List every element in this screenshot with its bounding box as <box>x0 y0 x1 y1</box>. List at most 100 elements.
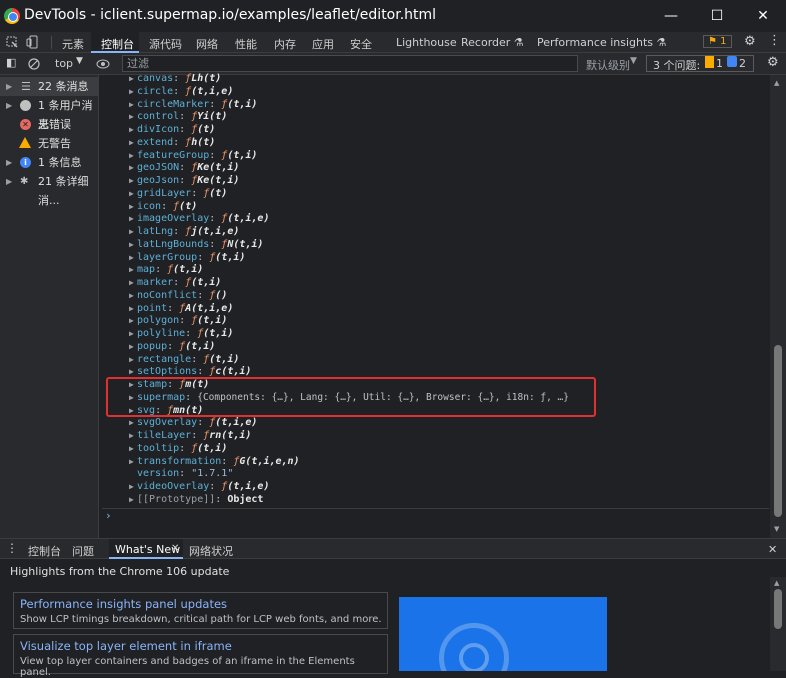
expand-arrow-icon[interactable]: ▶ <box>129 263 134 276</box>
expand-arrow-icon[interactable]: ▶ <box>129 110 134 123</box>
drawer-tab-bar: ⋮ 控制台 问题 What's New ✕ 网络状况 ✕ <box>0 538 786 559</box>
scrollbar-thumb[interactable] <box>774 589 782 629</box>
expand-arrow-icon[interactable]: ▶ <box>129 238 134 251</box>
drawer-tab-console[interactable]: 控制台 <box>28 543 61 559</box>
filter-input[interactable]: 过滤 <box>122 55 578 72</box>
expand-arrow-icon[interactable]: ▶ <box>129 480 134 493</box>
device-toolbar-icon[interactable] <box>26 35 40 49</box>
minimize-button[interactable]: — <box>648 0 694 32</box>
context-selector[interactable]: top <box>55 57 73 70</box>
settings-gear-icon[interactable]: ⚙ <box>744 34 756 49</box>
sidebar-item-label: 22 条消息 <box>38 80 89 93</box>
expand-arrow-icon[interactable]: ▶ <box>129 289 134 302</box>
expand-arrow-icon[interactable]: ▶ <box>129 353 134 366</box>
expand-arrow-icon[interactable]: ▶ <box>129 251 134 264</box>
expand-arrow-icon[interactable]: ▶ <box>129 85 134 98</box>
card-title[interactable]: Performance insights panel updates <box>20 597 227 611</box>
drawer-tab-issues[interactable]: 问题 <box>72 543 94 559</box>
expand-arrow-icon[interactable]: ▶ <box>129 493 134 506</box>
expand-arrow-icon[interactable]: ▶ <box>129 187 134 200</box>
property-key: divIcon <box>137 124 180 135</box>
sidebar-item-all-messages[interactable]: ▶ ☰ 22 条消息 <box>0 77 99 96</box>
issues-badge[interactable]: ⚑ 1 <box>703 35 732 48</box>
function-signature: (t) <box>197 124 216 135</box>
issues-info-count: 2 <box>739 57 746 70</box>
close-tab-icon[interactable]: ✕ <box>171 543 179 554</box>
function-signature: (t) <box>179 200 198 212</box>
expand-arrow-icon[interactable]: ▶ <box>129 455 134 468</box>
clear-console-icon[interactable] <box>28 58 40 70</box>
property-key: imageOverlay <box>137 213 210 225</box>
expand-arrow-icon[interactable]: ▶ <box>129 442 134 455</box>
card-title[interactable]: Visualize top layer element in iframe <box>20 639 232 653</box>
list-icon: ☰ <box>21 80 31 93</box>
whats-new-panel: Highlights from the Chrome 106 update Pe… <box>0 559 786 678</box>
expand-arrow-icon[interactable]: ▶ <box>129 416 134 429</box>
sidebar-toggle-icon[interactable]: ◧ <box>6 56 16 69</box>
scroll-up-icon[interactable]: ▲ <box>774 79 779 87</box>
tab-sources[interactable]: 源代码 <box>149 36 182 52</box>
feature-card-performance-insights[interactable]: Performance insights panel updates Show … <box>13 592 388 629</box>
expand-arrow-icon[interactable]: ▶ <box>129 212 134 225</box>
chrome-logo-icon <box>4 8 20 24</box>
console-scrollbar[interactable]: ▲ ▼ <box>770 75 786 538</box>
tab-elements[interactable]: 元素 <box>62 36 84 52</box>
console-prompt[interactable]: › <box>102 508 769 522</box>
expand-arrow-icon[interactable]: ▶ <box>129 340 134 353</box>
log-levels-dropdown[interactable]: 默认级别 <box>586 57 630 73</box>
tab-recorder[interactable]: Recorder ⚗ <box>461 36 524 49</box>
tab-memory[interactable]: 内存 <box>274 36 296 52</box>
expand-arrow-icon[interactable]: ▶ <box>129 72 134 85</box>
window-title: DevTools - iclient.supermap.io/examples/… <box>24 7 437 23</box>
sidebar-item-errors[interactable]: ✕ 无错误 <box>0 115 99 134</box>
maximize-button[interactable]: ☐ <box>694 0 740 32</box>
sidebar-item-user-messages[interactable]: ▶ 1 条用户消息 <box>0 96 99 131</box>
inspect-element-icon[interactable] <box>6 36 18 48</box>
expand-arrow-icon[interactable]: ▶ <box>129 200 134 213</box>
tab-performance-insights[interactable]: Performance insights ⚗ <box>537 36 666 49</box>
property-key: extend <box>137 136 174 148</box>
function-signature: Lh(t) <box>191 73 222 84</box>
tab-application[interactable]: 应用 <box>312 36 334 52</box>
tab-network[interactable]: 网络 <box>196 36 218 52</box>
tab-console[interactable]: 控制台 <box>101 36 134 52</box>
drawer-tab-network-conditions[interactable]: 网络状况 <box>189 543 233 559</box>
expand-arrow-icon[interactable]: ▶ <box>129 302 134 315</box>
property-key: svgOverlay <box>137 417 198 429</box>
property-key: rectangle <box>137 353 192 365</box>
function-signature: () <box>215 289 228 301</box>
drawer-menu-icon[interactable]: ⋮ <box>6 541 18 555</box>
console-settings-icon[interactable]: ⚙ <box>767 55 779 70</box>
expand-arrow-icon[interactable]: ▶ <box>129 136 134 149</box>
expand-arrow-icon[interactable]: ▶ <box>129 174 134 187</box>
expand-arrow-icon[interactable]: ▶ <box>129 161 134 174</box>
property-key: latLng <box>137 226 174 237</box>
expand-arrow-icon[interactable]: ▶ <box>129 276 134 289</box>
function-signature: N(t,i) <box>227 238 264 250</box>
drawer-scrollbar[interactable]: ▲ <box>770 577 786 671</box>
more-menu-icon[interactable]: ⋮ <box>768 33 781 48</box>
sidebar-item-info[interactable]: ▶ i 1 条信息 <box>0 153 99 172</box>
function-signature: c(t,i) <box>215 366 252 378</box>
expand-arrow-icon[interactable]: ▶ <box>129 123 134 136</box>
expand-arrow-icon[interactable]: ▶ <box>129 98 134 111</box>
tab-lighthouse[interactable]: Lighthouse <box>396 36 457 49</box>
expand-arrow-icon[interactable]: ▶ <box>129 225 134 238</box>
expand-arrow-icon[interactable]: ▶ <box>129 327 134 340</box>
sidebar-item-warnings[interactable]: 无警告 <box>0 134 99 153</box>
eye-icon[interactable] <box>96 59 110 69</box>
property-key: tooltip <box>137 442 180 454</box>
close-window-button[interactable]: ✕ <box>740 0 786 32</box>
expand-arrow-icon[interactable]: ▶ <box>129 429 134 442</box>
scrollbar-thumb[interactable] <box>774 345 782 517</box>
scroll-up-icon[interactable]: ▲ <box>774 579 779 587</box>
expand-arrow-icon: ▶ <box>6 101 13 110</box>
scroll-down-icon[interactable]: ▼ <box>774 525 779 533</box>
tab-performance[interactable]: 性能 <box>235 36 257 52</box>
close-drawer-icon[interactable]: ✕ <box>768 543 777 556</box>
sidebar-item-verbose[interactable]: ▶ ✱ 21 条详细消... <box>0 172 99 207</box>
expand-arrow-icon[interactable]: ▶ <box>129 149 134 162</box>
tab-security[interactable]: 安全 <box>350 36 372 52</box>
expand-arrow-icon[interactable]: ▶ <box>129 314 134 327</box>
feature-card-top-layer[interactable]: Visualize top layer element in iframe Vi… <box>13 634 388 678</box>
